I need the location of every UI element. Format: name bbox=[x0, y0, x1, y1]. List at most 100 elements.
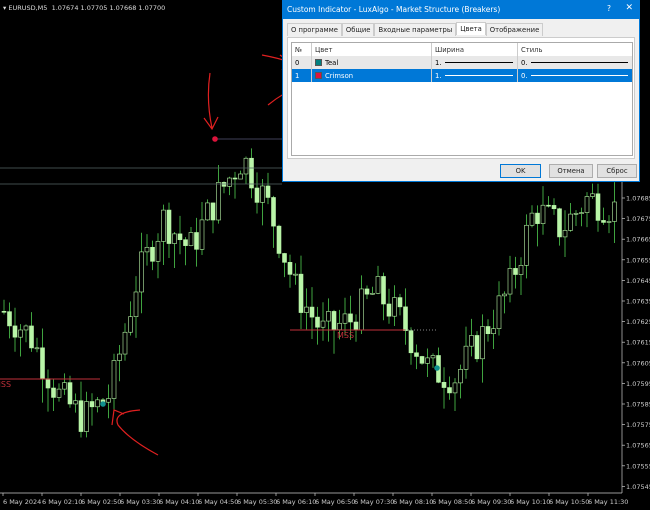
candle-body bbox=[122, 331, 128, 355]
candle-body bbox=[331, 311, 337, 330]
color-cell[interactable]: Crimson bbox=[312, 69, 432, 82]
col-color: Цвет bbox=[312, 43, 432, 56]
time-tick-label: 6 May 08:50 bbox=[432, 498, 472, 506]
table-header: № Цвет Ширина Стиль bbox=[292, 43, 632, 56]
candle-body bbox=[469, 335, 474, 347]
candle-body bbox=[177, 233, 183, 241]
candle-body bbox=[232, 177, 238, 180]
candle-body bbox=[309, 306, 315, 318]
candle-body bbox=[584, 196, 590, 213]
tab-inputs[interactable]: Входные параметры bbox=[374, 23, 457, 36]
candle-body bbox=[210, 202, 216, 221]
candle-body bbox=[579, 212, 584, 214]
dialog-title-bar[interactable]: Custom Indicator - LuxAlgo - Market Stru… bbox=[283, 1, 639, 19]
style-cell[interactable]: 0. bbox=[518, 56, 632, 69]
table-row-selected[interactable]: 1 Crimson 1. 0. bbox=[292, 69, 632, 82]
candle-body bbox=[276, 225, 282, 254]
width-cell[interactable]: 1. bbox=[432, 56, 518, 69]
time-tick-label: 6 May 02:10 bbox=[42, 498, 82, 506]
tab-about[interactable]: О программе bbox=[287, 23, 342, 36]
candle-body bbox=[458, 369, 463, 384]
candle-body bbox=[568, 213, 573, 231]
candle-body bbox=[293, 273, 298, 276]
candle-body bbox=[551, 205, 557, 210]
candle-body bbox=[425, 357, 430, 364]
candle-body bbox=[441, 381, 447, 388]
candle-body bbox=[326, 311, 331, 322]
candle-body bbox=[601, 220, 606, 223]
tab-colors[interactable]: Цвета bbox=[456, 22, 486, 35]
width-value: 1. bbox=[435, 58, 442, 67]
price-tick-label: 1.07645 bbox=[626, 277, 650, 285]
candle-body bbox=[320, 320, 326, 328]
candle-body bbox=[590, 193, 595, 197]
candle-body bbox=[265, 185, 271, 198]
candle-body bbox=[287, 262, 293, 275]
dialog-title: Custom Indicator - LuxAlgo - Market Stru… bbox=[287, 5, 501, 14]
candle-body bbox=[34, 347, 40, 350]
tab-common[interactable]: Общие bbox=[341, 23, 375, 36]
candle-body bbox=[238, 173, 243, 180]
price-tick-label: 1.07625 bbox=[626, 318, 650, 326]
time-tick-label: 6 May 04:50 bbox=[198, 498, 238, 506]
style-cell[interactable]: 0. bbox=[518, 69, 632, 82]
candle-body bbox=[67, 382, 73, 405]
candle-body bbox=[370, 292, 375, 295]
color-cell[interactable]: Teal bbox=[312, 56, 432, 69]
color-swatch bbox=[315, 72, 322, 79]
candle-body bbox=[518, 265, 524, 275]
candle-body bbox=[150, 246, 155, 262]
candle-body bbox=[29, 325, 34, 349]
candle-body bbox=[89, 401, 95, 408]
candle-body bbox=[397, 297, 403, 308]
col-width: Ширина bbox=[432, 43, 518, 56]
candle-body bbox=[95, 399, 100, 408]
custom-indicator-dialog: Custom Indicator - LuxAlgo - Market Stru… bbox=[282, 0, 640, 182]
close-icon[interactable]: ✕ bbox=[625, 3, 633, 13]
tab-visualization[interactable]: Отображение bbox=[485, 23, 544, 36]
cancel-button[interactable]: Отмена bbox=[549, 164, 593, 178]
candle-body bbox=[78, 400, 84, 432]
candle-body bbox=[62, 382, 67, 390]
candle-body bbox=[392, 297, 397, 317]
candle-body bbox=[606, 221, 612, 223]
price-tick-label: 1.07655 bbox=[626, 256, 650, 264]
line-preview bbox=[444, 62, 513, 63]
price-tick-label: 1.07555 bbox=[626, 462, 650, 470]
price-tick-label: 1.07545 bbox=[626, 483, 650, 491]
time-tick-label: 6 May 10:50 bbox=[549, 498, 589, 506]
help-button[interactable]: ? bbox=[607, 4, 611, 13]
ok-button[interactable]: OK bbox=[500, 164, 541, 178]
time-tick-label: 6 May 2024 bbox=[3, 498, 41, 506]
teal-breaker-dot bbox=[434, 365, 440, 371]
style-value: 0. bbox=[521, 58, 528, 67]
candle-body bbox=[535, 212, 540, 224]
candle-body bbox=[106, 398, 111, 403]
candle-body bbox=[573, 213, 579, 215]
candle-body bbox=[172, 233, 177, 244]
row-number: 0 bbox=[292, 56, 312, 69]
candle-body bbox=[507, 268, 513, 295]
candle-body bbox=[155, 241, 161, 262]
candle-body bbox=[562, 230, 568, 238]
candle-body bbox=[40, 347, 45, 379]
reset-button[interactable]: Сброс bbox=[597, 164, 637, 178]
table-row[interactable]: 0 Teal 1. 0. bbox=[292, 56, 632, 69]
crimson-breaker-dot bbox=[212, 136, 218, 142]
width-value: 1. bbox=[435, 71, 442, 80]
candle-body bbox=[414, 352, 419, 357]
candle-body bbox=[364, 288, 370, 295]
col-number: № bbox=[292, 43, 312, 56]
candle-body bbox=[128, 316, 133, 333]
candle-body bbox=[447, 387, 452, 394]
symbol-label: EURUSD,M5 bbox=[8, 4, 48, 12]
time-tick-label: 6 May 04:10 bbox=[159, 498, 199, 506]
candle-body bbox=[199, 219, 205, 250]
candle-body bbox=[496, 295, 502, 329]
colors-panel: № Цвет Ширина Стиль 0 Teal 1. 0. 1 Crims… bbox=[287, 37, 635, 159]
candle-body bbox=[540, 204, 546, 224]
price-tick-label: 1.07585 bbox=[626, 401, 650, 409]
candle-body bbox=[546, 204, 551, 207]
candle-body bbox=[227, 177, 232, 187]
width-cell[interactable]: 1. bbox=[432, 69, 518, 82]
